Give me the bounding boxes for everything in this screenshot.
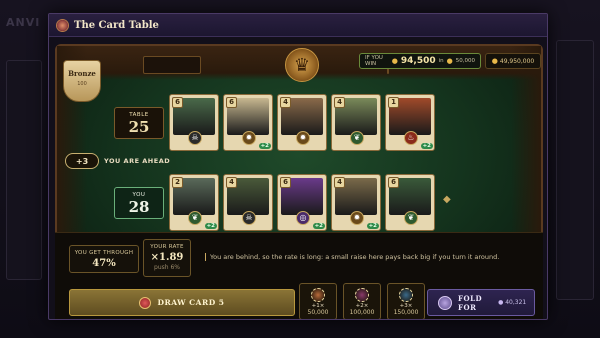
card-bonus: +2 <box>204 223 217 229</box>
raise-option-button[interactable]: +3× 150,000 <box>387 283 425 319</box>
fold-button[interactable]: FOLD FOR ● 40,321 <box>427 289 535 316</box>
payout-amount: 94,500 <box>400 56 436 66</box>
card-rank: 6 <box>226 97 237 108</box>
action-panel: YOU GET THROUGH 47% YOUR RATE ×1.89 push… <box>55 232 543 319</box>
playing-card: 4 ✹ +2 <box>331 174 381 231</box>
leaf-suit-icon: ❦ <box>404 211 418 225</box>
modal-header: The Card Table <box>49 14 547 37</box>
your-score: YOU 28 <box>114 187 164 219</box>
card-bonus: +2 <box>312 223 325 229</box>
chip-icon <box>139 296 152 309</box>
your-score-value: 28 <box>128 198 150 216</box>
fold-label: FOLD FOR <box>458 294 482 312</box>
payout-box: IF YOU WIN ● 94,500 in ● 50,000 <box>359 53 481 69</box>
leaf-suit-icon: ❦ <box>188 211 202 225</box>
payout-stake: 50,000 <box>455 58 475 64</box>
card-rank: 2 <box>172 177 183 188</box>
raise-amount: 50,000 <box>307 309 329 316</box>
payout-in-label: in <box>438 58 444 64</box>
fire-suit-icon: ♨ <box>404 131 418 145</box>
fold-amount: ● 40,321 <box>498 299 526 306</box>
card-bonus: +2 <box>420 143 433 149</box>
raise-chip-icon <box>311 288 325 302</box>
skull-suit-icon: ☠ <box>188 131 202 145</box>
table-plaque-left <box>143 56 201 74</box>
raise-option-button[interactable]: +1× 50,000 <box>299 283 337 319</box>
fold-label-line1: FOLD <box>458 293 483 303</box>
playing-card: 6 ☠ <box>169 94 219 151</box>
through-stat-label: YOU GET THROUGH <box>74 250 134 256</box>
card-table-modal: The Card Table ♛ Bronze 100 IF YOU WIN ●… <box>48 13 548 320</box>
card-rank: 6 <box>172 97 183 108</box>
background-right-panel <box>556 40 594 300</box>
playing-card: 4 ✹ <box>277 94 327 151</box>
fold-label-line2: FOR <box>458 302 477 312</box>
playing-card: 2 ❦ +2 <box>169 174 219 231</box>
through-stat: YOU GET THROUGH 47% <box>69 245 139 273</box>
draw-card-button[interactable]: DRAW CARD 5 <box>69 289 295 316</box>
ornament-icon: ◆ <box>443 194 451 205</box>
lion-emblem-icon: ♛ <box>285 48 319 82</box>
playing-card: 6 ❦ <box>385 174 435 231</box>
through-stat-value: 47% <box>92 258 116 269</box>
draw-card-label: DRAW CARD 5 <box>157 298 225 307</box>
card-rank: 4 <box>334 97 345 108</box>
sun-suit-icon: ✹ <box>242 131 256 145</box>
fold-coin-icon: ● <box>498 299 504 306</box>
modal-title: The Card Table <box>74 19 159 31</box>
fold-amount-value: 40,321 <box>505 299 527 306</box>
card-rank: 6 <box>280 177 291 188</box>
bank-coin-icon: ● <box>491 57 498 65</box>
rank-badge-sub: 100 <box>77 81 87 87</box>
leaf-suit-icon: ❦ <box>350 131 364 145</box>
playing-card: 6 ◎ +2 <box>277 174 327 231</box>
card-bonus: +2 <box>366 223 379 229</box>
rate-stat-label: YOUR RATE <box>150 244 184 250</box>
background-app-title: ANVI <box>6 16 41 29</box>
sun-suit-icon: ✹ <box>350 211 364 225</box>
rate-stat-sub: push 6% <box>154 264 180 271</box>
hint-text: You are behind, so the rate is long: a s… <box>205 253 535 261</box>
bankroll-amount: 49,950,000 <box>499 57 535 65</box>
rate-stat-value: ×1.89 <box>150 252 184 263</box>
coin-icon: ● <box>391 57 398 65</box>
card-rank: 4 <box>280 97 291 108</box>
card-rank: 4 <box>226 177 237 188</box>
playing-card: 1 ♨ +2 <box>385 94 435 151</box>
bankroll-box: ● 49,950,000 <box>485 53 541 69</box>
stake-coin-icon: ● <box>446 57 453 65</box>
skull-suit-icon: ☠ <box>242 211 256 225</box>
raise-option-button[interactable]: +2× 100,000 <box>343 283 381 319</box>
raise-amount: 150,000 <box>393 309 419 316</box>
rank-badge-label: Bronze <box>68 69 96 78</box>
sun-suit-icon: ✹ <box>296 131 310 145</box>
raise-chip-icon <box>399 288 413 302</box>
rate-stat: YOUR RATE ×1.89 push 6% <box>143 239 191 277</box>
raise-amount: 100,000 <box>349 309 375 316</box>
lead-status-text: YOU ARE AHEAD <box>104 157 171 165</box>
playing-card: 4 ☠ <box>223 174 273 231</box>
playing-card: 6 ✹ +2 <box>223 94 273 151</box>
raise-chip-icon <box>355 288 369 302</box>
lead-diff-badge: +3 <box>65 153 99 169</box>
card-table-icon <box>57 19 68 31</box>
table-score: TABLE 25 <box>114 107 164 139</box>
swirl-suit-icon: ◎ <box>296 211 310 225</box>
card-bonus: +2 <box>258 143 271 149</box>
card-rank: 1 <box>388 97 399 108</box>
rank-badge: Bronze 100 <box>63 60 101 102</box>
playing-card: 4 ❦ <box>331 94 381 151</box>
card-rank: 6 <box>388 177 399 188</box>
background-sidebar <box>6 60 42 280</box>
table-score-value: 25 <box>128 118 150 136</box>
card-rank: 4 <box>334 177 345 188</box>
payout-label: IF YOU WIN <box>365 55 383 67</box>
fold-chip-icon <box>438 295 452 310</box>
